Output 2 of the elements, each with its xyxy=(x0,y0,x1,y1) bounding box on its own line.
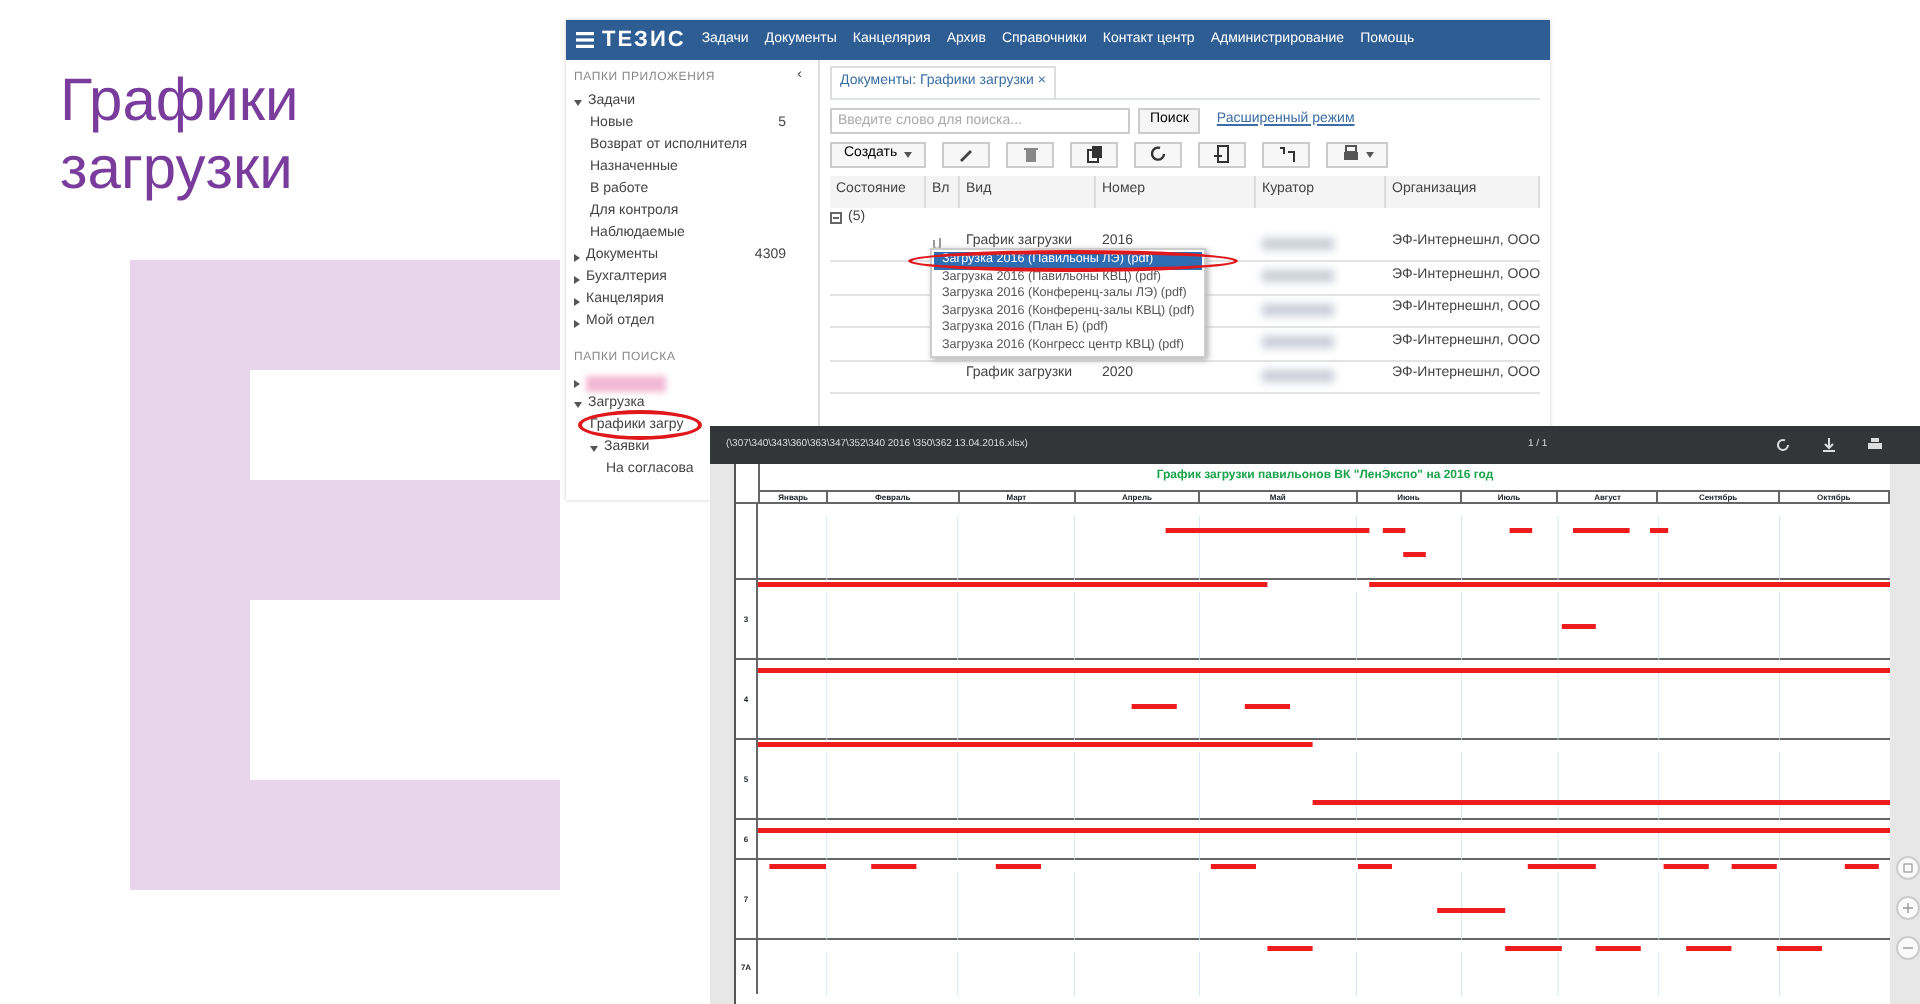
app-logo: ТЕЗИС xyxy=(602,25,686,56)
slide-title: Графики загрузки xyxy=(60,68,301,204)
